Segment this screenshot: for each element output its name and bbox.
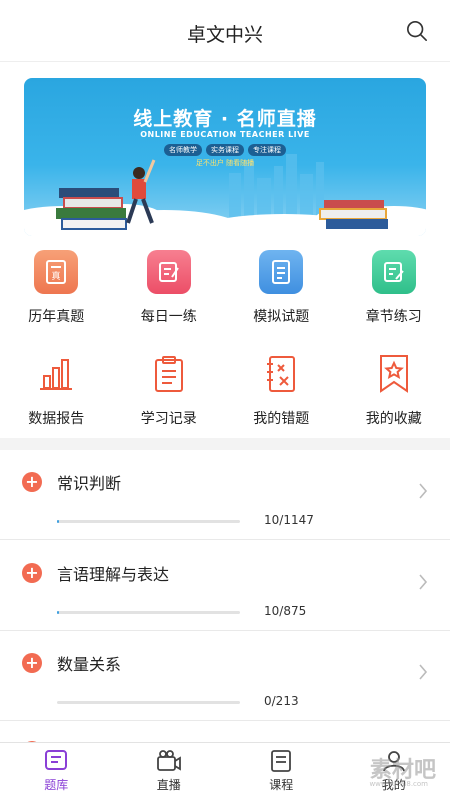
course-icon bbox=[271, 750, 292, 772]
clipboard-icon bbox=[147, 352, 191, 396]
study-record-button[interactable]: 学习记录 bbox=[113, 352, 226, 428]
progress-count: 10/1147 bbox=[264, 513, 314, 527]
grid-label: 我的收藏 bbox=[365, 411, 422, 427]
app-header: 卓文中兴 bbox=[0, 0, 450, 62]
section-divider bbox=[0, 438, 450, 450]
chevron-right-icon bbox=[419, 483, 428, 499]
grid-label: 数据报告 bbox=[28, 411, 85, 427]
plus-icon[interactable]: + bbox=[22, 653, 42, 673]
feature-grid-bottom: 数据报告 学习记录 我的错题 我的收藏 bbox=[0, 352, 450, 428]
mock-exam-icon bbox=[259, 250, 304, 294]
tab-label: 题库 bbox=[44, 778, 69, 792]
grid-label: 历年真题 bbox=[28, 309, 85, 325]
progress-track bbox=[57, 611, 240, 614]
tab-course[interactable]: 课程 bbox=[225, 743, 338, 800]
promo-banner[interactable]: 线上教育 · 名师直播 ONLINE EDUCATION TEACHER LIV… bbox=[24, 78, 426, 236]
progress-fill bbox=[57, 611, 59, 614]
chapter-practice-button[interactable]: 章节练习 bbox=[338, 250, 450, 326]
tab-question-bank[interactable]: 题库 bbox=[0, 743, 113, 800]
banner-tags: 名师教学 实务课程 专注课程 bbox=[24, 144, 426, 156]
star-bookmark-icon bbox=[372, 352, 416, 396]
past-exams-button[interactable]: 真 历年真题 bbox=[0, 250, 113, 326]
tab-label: 直播 bbox=[156, 778, 181, 792]
grid-label: 章节练习 bbox=[365, 309, 422, 325]
progress-count: 10/875 bbox=[264, 604, 307, 618]
grid-label: 学习记录 bbox=[140, 411, 197, 427]
question-bank-icon bbox=[45, 750, 68, 770]
daily-practice-button[interactable]: 每日一练 bbox=[113, 250, 226, 326]
category-name: 数量关系 bbox=[57, 655, 122, 674]
watermark-url: www.sucai8.com bbox=[369, 780, 428, 788]
daily-practice-icon bbox=[146, 250, 191, 294]
page-title: 卓文中兴 bbox=[186, 24, 263, 46]
chapter-practice-icon bbox=[371, 250, 416, 294]
category-name: 常识判断 bbox=[57, 474, 122, 493]
data-report-button[interactable]: 数据报告 bbox=[0, 352, 113, 428]
category-row[interactable]: + 数量关系 0/213 bbox=[0, 631, 450, 721]
banner-note: 足不出户 随看随播 bbox=[195, 159, 255, 167]
category-row[interactable]: + 常识判断 10/1147 bbox=[0, 450, 450, 540]
banner-subtitle: ONLINE EDUCATION TEACHER LIVE bbox=[140, 130, 310, 139]
mock-exam-button[interactable]: 模拟试题 bbox=[225, 250, 338, 326]
plus-icon[interactable]: + bbox=[22, 472, 42, 492]
banner-tag: 名师教学 bbox=[164, 144, 202, 156]
banner-tag: 实务课程 bbox=[206, 144, 244, 156]
banner-illustration bbox=[24, 154, 426, 236]
wrong-notebook-icon bbox=[259, 352, 303, 396]
feature-grid-top: 真 历年真题 每日一练 模拟试题 章节练习 bbox=[0, 250, 450, 326]
grid-label: 模拟试题 bbox=[253, 309, 310, 325]
search-icon[interactable] bbox=[406, 20, 428, 42]
chevron-right-icon bbox=[419, 664, 428, 680]
progress-track bbox=[57, 520, 240, 523]
past-exam-icon: 真 bbox=[34, 250, 79, 294]
grid-label: 每日一练 bbox=[140, 309, 197, 325]
banner-tag: 专注课程 bbox=[248, 144, 286, 156]
chevron-right-icon bbox=[419, 574, 428, 590]
grid-label: 我的错题 bbox=[253, 411, 310, 427]
tab-live[interactable]: 直播 bbox=[113, 743, 226, 800]
favorites-button[interactable]: 我的收藏 bbox=[338, 352, 450, 428]
tab-label: 课程 bbox=[269, 778, 294, 792]
svg-text:真: 真 bbox=[52, 270, 61, 282]
progress-fill bbox=[57, 520, 59, 523]
category-row[interactable]: + 言语理解与表达 10/875 bbox=[0, 541, 450, 631]
plus-icon[interactable]: + bbox=[22, 563, 42, 583]
progress-count: 0/213 bbox=[264, 694, 299, 708]
wrong-questions-button[interactable]: 我的错题 bbox=[225, 352, 338, 428]
category-name: 言语理解与表达 bbox=[57, 565, 170, 584]
progress-track bbox=[57, 701, 240, 704]
banner-title: 线上教育 · 名师直播 bbox=[133, 108, 317, 130]
live-camera-icon bbox=[156, 750, 181, 771]
bar-chart-icon bbox=[34, 352, 78, 396]
